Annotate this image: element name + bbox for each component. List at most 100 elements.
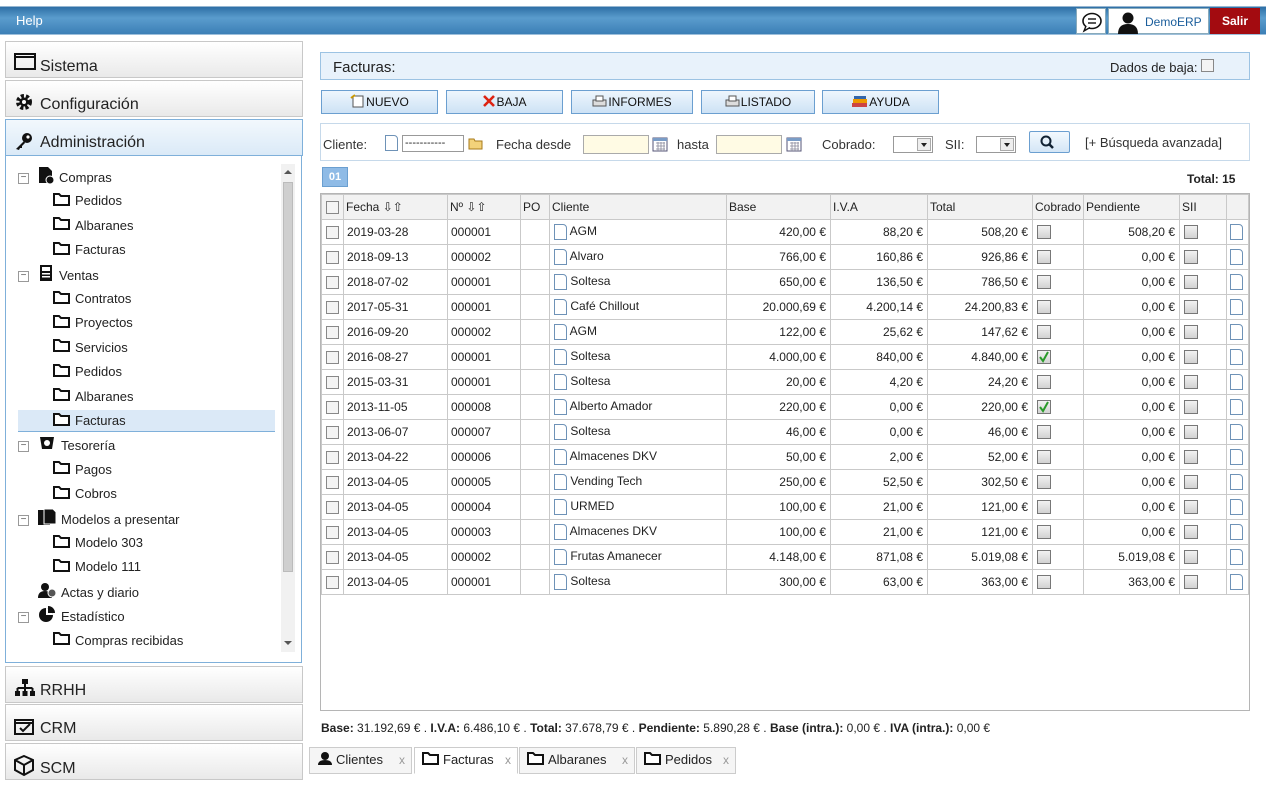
tree-item[interactable]: Proyectos <box>18 312 275 334</box>
open-doc-icon[interactable] <box>1230 299 1243 315</box>
section-scm[interactable]: SCM <box>5 743 303 780</box>
close-icon[interactable]: x <box>399 748 405 772</box>
page-button[interactable]: 01 <box>322 167 348 187</box>
dados-baja-checkbox[interactable] <box>1201 59 1214 72</box>
cliente-cell[interactable]: Soltesa <box>549 269 727 295</box>
sii-checkbox[interactable] <box>1184 400 1198 415</box>
section-administracion[interactable]: Administración <box>5 119 303 156</box>
table-row[interactable]: 2013-11-05 000008 Alberto Amador 220,00 €0… <box>321 394 1249 420</box>
open-doc-icon[interactable] <box>1230 224 1243 240</box>
collapse-icon[interactable]: − <box>18 173 29 184</box>
doc-icon[interactable] <box>554 524 567 540</box>
doc-icon[interactable] <box>554 374 567 390</box>
column-cliente[interactable]: Cliente <box>549 194 727 220</box>
column-fecha[interactable]: Fecha ⇩⇧ <box>343 194 448 220</box>
doc-icon[interactable] <box>554 424 567 440</box>
tree-item[interactable]: Servicios <box>18 337 275 359</box>
sii-checkbox[interactable] <box>1184 450 1198 465</box>
row-checkbox[interactable] <box>326 276 339 290</box>
folder-open-icon[interactable] <box>468 135 485 151</box>
table-row[interactable]: 2013-04-05 000003 Almacenes DKV 100,00 €21… <box>321 519 1249 545</box>
cliente-cell[interactable]: Almacenes DKV <box>549 444 727 470</box>
row-checkbox[interactable] <box>326 401 339 415</box>
advanced-search-link[interactable]: [+ Búsqueda avanzada] <box>1085 135 1222 150</box>
table-row[interactable]: 2013-04-05 000005 Vending Tech 250,00 €52,… <box>321 469 1249 495</box>
sort-arrows-icon[interactable]: ⇩⇧ <box>379 200 403 214</box>
section-rrhh[interactable]: RRHH <box>5 666 303 703</box>
scroll-down-icon[interactable] <box>282 639 294 647</box>
open-doc-icon[interactable] <box>1230 374 1243 390</box>
cliente-cell[interactable]: Almacenes DKV <box>549 519 727 545</box>
table-row[interactable]: 2018-07-02 000001 Soltesa 650,00 €136,50 €… <box>321 269 1249 295</box>
open-doc-icon[interactable] <box>1230 574 1243 590</box>
table-row[interactable]: 2018-09-13 000002 Alvaro 766,00 €160,86 €9… <box>321 244 1249 270</box>
table-row[interactable]: 2013-04-05 000004 URMED 100,00 €21,00 €121… <box>321 494 1249 520</box>
paid-checkbox[interactable] <box>1037 450 1051 465</box>
row-checkbox[interactable] <box>326 551 339 565</box>
table-row[interactable]: 2013-04-22 000006 Almacenes DKV 50,00 €2,0… <box>321 444 1249 470</box>
tree-item[interactable]: − Modelos a presentar <box>18 508 276 530</box>
table-row[interactable]: 2013-04-05 000001 Soltesa 300,00 €63,00 €3… <box>321 569 1249 595</box>
table-row[interactable]: 2016-08-27 000001 Soltesa 4.000,00 €840,00… <box>321 344 1249 370</box>
column-base[interactable]: Base <box>726 194 831 220</box>
tree-item[interactable]: Albaranes <box>18 215 275 237</box>
open-doc-icon[interactable] <box>1230 449 1243 465</box>
sii-checkbox[interactable] <box>1184 325 1198 340</box>
paid-checkbox[interactable] <box>1037 475 1051 490</box>
doc-icon[interactable] <box>554 399 567 415</box>
paid-checkbox[interactable] <box>1037 425 1051 440</box>
logout-button[interactable]: Salir <box>1210 8 1260 34</box>
reports-button[interactable]: INFORMES <box>571 90 693 114</box>
chat-button[interactable] <box>1076 8 1106 34</box>
sii-checkbox[interactable] <box>1184 275 1198 290</box>
open-doc-icon[interactable] <box>1230 424 1243 440</box>
tree-item[interactable]: Contratos <box>18 288 275 310</box>
sii-checkbox[interactable] <box>1184 550 1198 565</box>
close-icon[interactable]: x <box>505 748 511 772</box>
user-button[interactable]: DemoERP <box>1108 8 1209 34</box>
open-doc-icon[interactable] <box>1230 274 1243 290</box>
cliente-input[interactable]: ----------- <box>402 135 464 152</box>
tree-item[interactable]: Pagos <box>18 459 275 481</box>
tree-item[interactable]: − Tesorería <box>18 434 276 456</box>
collapse-icon[interactable]: − <box>18 270 29 282</box>
tree-item[interactable]: Cobros <box>18 483 275 505</box>
sii-checkbox[interactable] <box>1184 500 1198 515</box>
column-numero[interactable]: Nº ⇩⇧ <box>447 194 521 220</box>
sii-checkbox[interactable] <box>1184 350 1198 365</box>
doc-icon[interactable] <box>554 299 567 315</box>
table-row[interactable]: 2016-09-20 000002 AGM 122,00 €25,62 €147,6… <box>321 319 1249 345</box>
row-checkbox[interactable] <box>326 526 339 540</box>
sii-checkbox[interactable] <box>1184 375 1198 390</box>
doc-icon[interactable] <box>554 574 567 590</box>
tree-item[interactable]: Pedidos <box>18 190 275 212</box>
open-doc-icon[interactable] <box>1230 474 1243 490</box>
close-icon[interactable]: x <box>622 748 628 772</box>
tree-item[interactable]: − Estadístico <box>18 605 276 627</box>
sii-checkbox[interactable] <box>1184 475 1198 490</box>
collapse-icon[interactable]: − <box>18 441 29 453</box>
paid-checkbox[interactable] <box>1037 325 1051 340</box>
cliente-cell[interactable]: Soltesa <box>549 369 727 395</box>
open-doc-icon[interactable] <box>1230 349 1243 365</box>
doc-icon[interactable] <box>554 249 567 265</box>
tree-item[interactable]: Modelo 303 <box>18 532 275 554</box>
sii-checkbox[interactable] <box>1184 250 1198 265</box>
scroll-up-icon[interactable] <box>282 168 294 176</box>
paid-checked-box[interactable] <box>1037 400 1051 415</box>
column-po[interactable]: PO <box>520 194 550 220</box>
tree-item[interactable]: Compras recibidas <box>18 630 275 652</box>
bottom-tab-pedidos[interactable]: Pedidos x <box>636 747 736 774</box>
paid-checkbox[interactable] <box>1037 500 1051 515</box>
cliente-cell[interactable]: Alvaro <box>549 244 727 270</box>
table-row[interactable]: 2013-06-07 000007 Soltesa 46,00 €0,00 €46,… <box>321 419 1249 445</box>
doc-icon[interactable] <box>554 349 567 365</box>
paid-checkbox[interactable] <box>1037 575 1051 590</box>
table-row[interactable]: 2019-03-28 000001 AGM 420,00 €88,20 €508,2… <box>321 219 1249 245</box>
row-checkbox[interactable] <box>326 476 339 490</box>
open-doc-icon[interactable] <box>1230 549 1243 565</box>
doc-icon[interactable] <box>554 324 567 340</box>
paid-checkbox[interactable] <box>1037 525 1051 540</box>
paid-checkbox[interactable] <box>1037 225 1051 240</box>
sii-checkbox[interactable] <box>1184 525 1198 540</box>
